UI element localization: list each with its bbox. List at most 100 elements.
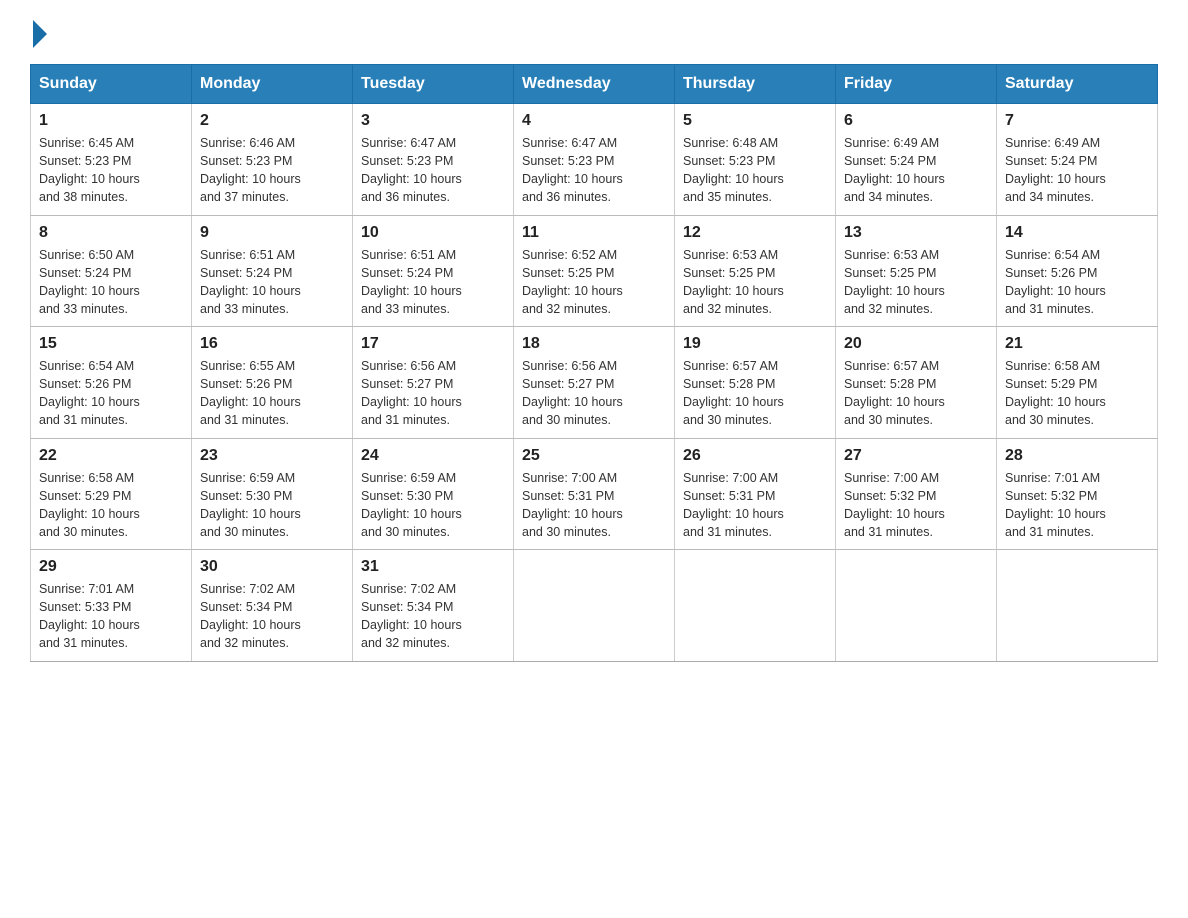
day-number: 24: [361, 447, 505, 465]
calendar-week-row: 22 Sunrise: 6:58 AMSunset: 5:29 PMDayligh…: [31, 438, 1158, 550]
day-info: Sunrise: 6:47 AMSunset: 5:23 PMDaylight:…: [522, 134, 666, 207]
day-info: Sunrise: 6:51 AMSunset: 5:24 PMDaylight:…: [200, 246, 344, 319]
calendar-cell: 6Sunrise: 6:49 AMSunset: 5:24 PMDaylight…: [836, 104, 997, 216]
day-number: 3: [361, 112, 505, 130]
calendar-cell: 25 Sunrise: 7:00 AMSunset: 5:31 PMDayligh…: [514, 438, 675, 550]
calendar-cell: 8Sunrise: 6:50 AMSunset: 5:24 PMDaylight…: [31, 215, 192, 327]
day-number: 1: [39, 112, 183, 130]
day-info: Sunrise: 6:53 AMSunset: 5:25 PMDaylight:…: [683, 246, 827, 319]
calendar-cell: 17 Sunrise: 6:56 AMSunset: 5:27 PMDayligh…: [353, 327, 514, 439]
calendar-cell: 30Sunrise: 7:02 AMSunset: 5:34 PMDayligh…: [192, 550, 353, 662]
logo-triangle-icon: [33, 20, 47, 48]
calendar-cell: 31 Sunrise: 7:02 AMSunset: 5:34 PMDayligh…: [353, 550, 514, 662]
calendar-week-row: 29Sunrise: 7:01 AMSunset: 5:33 PMDayligh…: [31, 550, 1158, 662]
day-number: 20: [844, 335, 988, 353]
calendar-cell: 13Sunrise: 6:53 AMSunset: 5:25 PMDayligh…: [836, 215, 997, 327]
calendar-cell: [836, 550, 997, 662]
calendar-header-thursday: Thursday: [675, 65, 836, 104]
calendar-week-row: 15Sunrise: 6:54 AMSunset: 5:26 PMDayligh…: [31, 327, 1158, 439]
calendar-week-row: 8Sunrise: 6:50 AMSunset: 5:24 PMDaylight…: [31, 215, 1158, 327]
calendar-cell: 16 Sunrise: 6:55 AMSunset: 5:26 PMDayligh…: [192, 327, 353, 439]
day-info: Sunrise: 6:46 AMSunset: 5:23 PMDaylight:…: [200, 134, 344, 207]
day-number: 11: [522, 224, 666, 242]
day-number: 2: [200, 112, 344, 130]
day-info: Sunrise: 6:58 AMSunset: 5:29 PMDaylight:…: [39, 469, 183, 542]
day-number: 29: [39, 558, 183, 576]
calendar-cell: 23Sunrise: 6:59 AMSunset: 5:30 PMDayligh…: [192, 438, 353, 550]
calendar-header-friday: Friday: [836, 65, 997, 104]
day-number: 10: [361, 224, 505, 242]
day-info: Sunrise: 7:00 AMSunset: 5:31 PMDaylight:…: [522, 469, 666, 542]
day-number: 17: [361, 335, 505, 353]
day-info: Sunrise: 6:55 AMSunset: 5:26 PMDaylight:…: [200, 357, 344, 430]
calendar-cell: 19 Sunrise: 6:57 AMSunset: 5:28 PMDayligh…: [675, 327, 836, 439]
calendar-cell: 29Sunrise: 7:01 AMSunset: 5:33 PMDayligh…: [31, 550, 192, 662]
day-info: Sunrise: 6:56 AMSunset: 5:27 PMDaylight:…: [522, 357, 666, 430]
calendar-header-sunday: Sunday: [31, 65, 192, 104]
day-info: Sunrise: 7:00 AMSunset: 5:31 PMDaylight:…: [683, 469, 827, 542]
day-info: Sunrise: 7:01 AMSunset: 5:32 PMDaylight:…: [1005, 469, 1149, 542]
calendar-cell: 11 Sunrise: 6:52 AMSunset: 5:25 PMDayligh…: [514, 215, 675, 327]
day-info: Sunrise: 7:02 AMSunset: 5:34 PMDaylight:…: [361, 580, 505, 653]
calendar-cell: 2 Sunrise: 6:46 AMSunset: 5:23 PMDaylight…: [192, 104, 353, 216]
calendar-cell: 10 Sunrise: 6:51 AMSunset: 5:24 PMDayligh…: [353, 215, 514, 327]
day-info: Sunrise: 6:57 AMSunset: 5:28 PMDaylight:…: [683, 357, 827, 430]
calendar-cell: 15Sunrise: 6:54 AMSunset: 5:26 PMDayligh…: [31, 327, 192, 439]
calendar-cell: 24 Sunrise: 6:59 AMSunset: 5:30 PMDayligh…: [353, 438, 514, 550]
day-number: 31: [361, 558, 505, 576]
calendar-cell: 21 Sunrise: 6:58 AMSunset: 5:29 PMDayligh…: [997, 327, 1158, 439]
day-info: Sunrise: 6:54 AMSunset: 5:26 PMDaylight:…: [1005, 246, 1149, 319]
day-number: 4: [522, 112, 666, 130]
calendar-header-saturday: Saturday: [997, 65, 1158, 104]
day-info: Sunrise: 6:51 AMSunset: 5:24 PMDaylight:…: [361, 246, 505, 319]
day-number: 9: [200, 224, 344, 242]
calendar-cell: 3 Sunrise: 6:47 AMSunset: 5:23 PMDaylight…: [353, 104, 514, 216]
calendar-cell: [675, 550, 836, 662]
calendar-cell: 14 Sunrise: 6:54 AMSunset: 5:26 PMDayligh…: [997, 215, 1158, 327]
day-number: 21: [1005, 335, 1149, 353]
calendar-header-tuesday: Tuesday: [353, 65, 514, 104]
calendar-header-monday: Monday: [192, 65, 353, 104]
day-info: Sunrise: 6:58 AMSunset: 5:29 PMDaylight:…: [1005, 357, 1149, 430]
day-number: 23: [200, 447, 344, 465]
calendar-cell: 9 Sunrise: 6:51 AMSunset: 5:24 PMDaylight…: [192, 215, 353, 327]
day-info: Sunrise: 6:49 AMSunset: 5:24 PMDaylight:…: [1005, 134, 1149, 207]
day-number: 7: [1005, 112, 1149, 130]
day-number: 30: [200, 558, 344, 576]
logo: [30, 20, 47, 44]
day-info: Sunrise: 6:56 AMSunset: 5:27 PMDaylight:…: [361, 357, 505, 430]
day-number: 25: [522, 447, 666, 465]
day-number: 19: [683, 335, 827, 353]
calendar-cell: 22 Sunrise: 6:58 AMSunset: 5:29 PMDayligh…: [31, 438, 192, 550]
day-info: Sunrise: 6:52 AMSunset: 5:25 PMDaylight:…: [522, 246, 666, 319]
day-info: Sunrise: 7:00 AMSunset: 5:32 PMDaylight:…: [844, 469, 988, 542]
calendar-cell: [997, 550, 1158, 662]
day-number: 16: [200, 335, 344, 353]
day-info: Sunrise: 6:47 AMSunset: 5:23 PMDaylight:…: [361, 134, 505, 207]
day-number: 27: [844, 447, 988, 465]
day-info: Sunrise: 6:59 AMSunset: 5:30 PMDaylight:…: [361, 469, 505, 542]
day-info: Sunrise: 6:50 AMSunset: 5:24 PMDaylight:…: [39, 246, 183, 319]
calendar-cell: 4 Sunrise: 6:47 AMSunset: 5:23 PMDaylight…: [514, 104, 675, 216]
day-info: Sunrise: 6:49 AMSunset: 5:24 PMDaylight:…: [844, 134, 988, 207]
day-number: 28: [1005, 447, 1149, 465]
calendar-cell: 12 Sunrise: 6:53 AMSunset: 5:25 PMDayligh…: [675, 215, 836, 327]
day-number: 13: [844, 224, 988, 242]
calendar-cell: 5 Sunrise: 6:48 AMSunset: 5:23 PMDaylight…: [675, 104, 836, 216]
calendar-cell: 26Sunrise: 7:00 AMSunset: 5:31 PMDayligh…: [675, 438, 836, 550]
calendar-table: SundayMondayTuesdayWednesdayThursdayFrid…: [30, 64, 1158, 662]
day-number: 18: [522, 335, 666, 353]
calendar-cell: 7 Sunrise: 6:49 AMSunset: 5:24 PMDaylight…: [997, 104, 1158, 216]
day-number: 14: [1005, 224, 1149, 242]
day-info: Sunrise: 6:54 AMSunset: 5:26 PMDaylight:…: [39, 357, 183, 430]
day-info: Sunrise: 6:48 AMSunset: 5:23 PMDaylight:…: [683, 134, 827, 207]
day-number: 12: [683, 224, 827, 242]
calendar-cell: 1Sunrise: 6:45 AMSunset: 5:23 PMDaylight…: [31, 104, 192, 216]
calendar-week-row: 1Sunrise: 6:45 AMSunset: 5:23 PMDaylight…: [31, 104, 1158, 216]
calendar-cell: 28 Sunrise: 7:01 AMSunset: 5:32 PMDayligh…: [997, 438, 1158, 550]
calendar-header-row: SundayMondayTuesdayWednesdayThursdayFrid…: [31, 65, 1158, 104]
day-number: 5: [683, 112, 827, 130]
calendar-cell: 27 Sunrise: 7:00 AMSunset: 5:32 PMDayligh…: [836, 438, 997, 550]
day-number: 22: [39, 447, 183, 465]
calendar-header-wednesday: Wednesday: [514, 65, 675, 104]
